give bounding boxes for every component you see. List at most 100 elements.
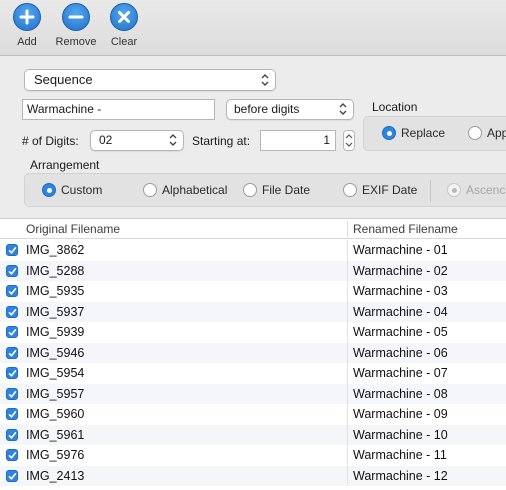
close-icon: [110, 3, 138, 31]
arrangement-exif-date-radio[interactable]: EXIF Date: [343, 183, 417, 197]
minus-icon: [62, 3, 90, 31]
table-row[interactable]: IMG_5976 Warmachine - 11: [0, 445, 506, 466]
location-group: Replace App: [363, 116, 506, 151]
renamed-filename-header[interactable]: Renamed Filename: [353, 222, 458, 236]
row-checkbox[interactable]: [6, 387, 18, 400]
renamed-filename-cell: Warmachine - 11: [353, 448, 447, 462]
position-value: before digits: [234, 102, 300, 116]
stepper-arrows-icon: [345, 134, 353, 147]
renamed-filename-cell: Warmachine - 05: [353, 325, 448, 339]
original-filename-cell: IMG_5954: [26, 366, 85, 380]
checkmark-icon: [8, 308, 17, 316]
table-row[interactable]: IMG_5939 Warmachine - 05: [0, 322, 506, 343]
plus-icon: [13, 3, 41, 31]
row-checkbox[interactable]: [6, 285, 18, 297]
renamed-filename-cell: Warmachine - 02: [353, 263, 448, 278]
column-divider: [347, 221, 348, 237]
table-row[interactable]: IMG_5954 Warmachine - 07: [0, 363, 506, 384]
original-filename-cell: IMG_5937: [26, 304, 85, 319]
row-checkbox[interactable]: [6, 469, 18, 482]
arrangement-custom-label: Custom: [61, 183, 103, 197]
arrangement-exif-date-label: EXIF Date: [362, 183, 418, 197]
table-row[interactable]: IMG_5961 Warmachine - 10: [0, 424, 506, 445]
row-checkbox[interactable]: [6, 449, 18, 461]
table-row[interactable]: IMG_5960 Warmachine - 09: [0, 404, 506, 425]
clear-button[interactable]: Clear: [98, 3, 150, 48]
radio-indicator: [143, 183, 157, 197]
remove-label: Remove: [55, 36, 97, 48]
rename-mode-value: Sequence: [34, 72, 93, 87]
arrangement-ascending-radio: Ascenc: [447, 183, 505, 197]
original-filename-cell: IMG_5961: [26, 427, 85, 442]
original-filename-cell: IMG_2413: [26, 468, 85, 483]
starting-at-field[interactable]: 1: [260, 130, 336, 151]
original-filename-cell: IMG_5960: [26, 407, 85, 421]
position-select[interactable]: before digits: [226, 99, 354, 120]
column-divider: [347, 322, 348, 343]
arrangement-ascending-label: Ascenc: [466, 183, 506, 197]
table-row[interactable]: IMG_3862 Warmachine - 01: [0, 240, 506, 261]
location-append-radio[interactable]: App: [468, 126, 506, 140]
original-filename-cell: IMG_5288: [26, 263, 85, 278]
row-checkbox[interactable]: [6, 346, 18, 359]
digits-value: 02: [99, 133, 113, 147]
row-checkbox[interactable]: [6, 367, 18, 379]
original-filename-header[interactable]: Original Filename: [26, 222, 120, 236]
radio-indicator: [468, 126, 482, 140]
table-row[interactable]: IMG_5288 Warmachine - 02: [0, 260, 506, 281]
radio-indicator: [42, 183, 56, 197]
original-filename-cell: IMG_5976: [26, 448, 85, 462]
location-replace-radio[interactable]: Replace: [382, 126, 445, 140]
arrangement-alphabetical-label: Alphabetical: [162, 183, 228, 197]
add-button[interactable]: Add: [1, 3, 53, 48]
renamed-filename-cell: Warmachine - 07: [353, 366, 448, 380]
row-checkbox[interactable]: [6, 326, 18, 338]
column-divider: [347, 404, 348, 425]
arrangement-group: Custom Alphabetical File Date EXIF Date …: [24, 173, 506, 207]
table-row[interactable]: IMG_2413 Warmachine - 12: [0, 465, 506, 486]
starting-at-stepper[interactable]: [343, 130, 355, 151]
radio-indicator: [382, 126, 396, 140]
toolbar: Add Remove Clear: [0, 0, 506, 56]
batch-rename-window: Add Remove Clear Sequence Warmachine - b…: [0, 0, 506, 490]
radio-indicator: [243, 183, 257, 197]
column-divider: [347, 260, 348, 281]
location-label: Location: [372, 100, 418, 114]
column-divider: [347, 301, 348, 322]
original-filename-cell: IMG_3862: [26, 243, 85, 257]
digits-label: # of Digits:: [22, 134, 79, 148]
checkmark-icon: [8, 390, 17, 398]
original-filename-cell: IMG_5946: [26, 345, 85, 360]
renamed-filename-cell: Warmachine - 08: [353, 386, 448, 401]
table-row[interactable]: IMG_5937 Warmachine - 04: [0, 301, 506, 322]
name-text-field[interactable]: Warmachine -: [22, 99, 215, 120]
location-replace-label: Replace: [401, 126, 446, 140]
original-filename-cell: IMG_5939: [26, 325, 85, 339]
arrangement-alphabetical-radio[interactable]: Alphabetical: [143, 183, 227, 197]
row-checkbox[interactable]: [6, 264, 18, 277]
column-divider: [347, 424, 348, 445]
add-label: Add: [17, 36, 37, 48]
arrangement-custom-radio[interactable]: Custom: [42, 183, 102, 197]
column-divider: [347, 281, 348, 302]
file-table: Original Filename Renamed Filename IMG_3…: [0, 218, 506, 490]
original-filename-cell: IMG_5957: [26, 386, 85, 401]
table-row[interactable]: IMG_5946 Warmachine - 06: [0, 342, 506, 363]
table-row[interactable]: IMG_5935 Warmachine - 03: [0, 281, 506, 302]
row-checkbox[interactable]: [6, 408, 18, 420]
row-checkbox[interactable]: [6, 428, 18, 441]
row-checkbox[interactable]: [6, 244, 18, 256]
digits-select[interactable]: 02: [90, 130, 184, 151]
location-append-label: App: [487, 126, 506, 140]
renamed-filename-cell: Warmachine - 12: [353, 468, 448, 483]
rename-mode-select[interactable]: Sequence: [24, 69, 276, 91]
renamed-filename-cell: Warmachine - 01: [353, 243, 448, 257]
row-checkbox[interactable]: [6, 305, 18, 318]
checkmark-icon: [8, 247, 17, 254]
arrangement-file-date-label: File Date: [262, 183, 311, 197]
table-row[interactable]: IMG_5957 Warmachine - 08: [0, 383, 506, 404]
checkmark-icon: [8, 329, 17, 336]
remove-button[interactable]: Remove: [50, 3, 102, 48]
clear-label: Clear: [110, 36, 138, 48]
arrangement-file-date-radio[interactable]: File Date: [243, 183, 310, 197]
